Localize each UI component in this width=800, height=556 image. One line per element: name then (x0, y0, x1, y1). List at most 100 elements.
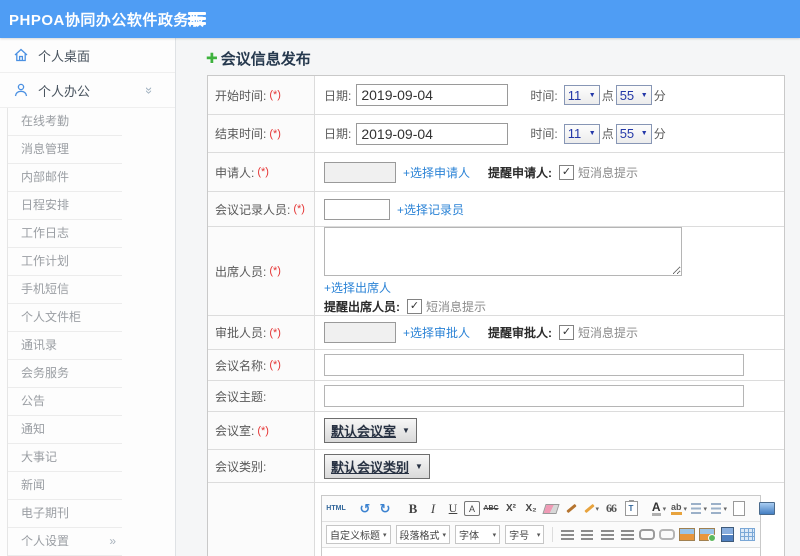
highlight-color-button[interactable]: ab ▾ (670, 500, 688, 518)
align-center-icon (581, 529, 593, 540)
align-left-icon (560, 529, 574, 540)
sidebar-item-e-journal[interactable]: 电子期刊 (8, 500, 122, 528)
sms-remind-checkbox[interactable]: ✓ (407, 299, 422, 314)
remove-link-button[interactable] (658, 526, 676, 544)
required-mark: (*) (269, 265, 281, 277)
sidebar-item-office[interactable]: 个人办公 » (0, 73, 175, 108)
align-center-button[interactable] (578, 526, 596, 544)
menu-icon[interactable] (188, 12, 206, 26)
font-color-button[interactable]: A ▾ (650, 500, 668, 518)
form-row-attendees: 出席人员: (*) +选择出席人 提醒出席人员: ✓ 短消息提示 (208, 227, 784, 316)
clear-format-button[interactable] (562, 500, 580, 518)
insert-table-button[interactable] (738, 526, 756, 544)
end-minute-select[interactable]: 55 ▼ (615, 123, 652, 144)
time-label: 时间: (530, 88, 558, 103)
chevron-down-icon[interactable]: » (142, 86, 157, 93)
undo-button[interactable]: ↺ (356, 500, 374, 518)
approver-input[interactable] (324, 322, 396, 343)
subscript-button[interactable]: X₂ (522, 500, 540, 518)
user-icon (14, 83, 28, 97)
meeting-topic-input[interactable] (324, 385, 744, 407)
paste-button[interactable]: T (622, 500, 640, 518)
choose-approver-link[interactable]: +选择审批人 (403, 324, 470, 341)
field-label: 会议类别: (215, 459, 267, 474)
start-hour-select[interactable]: 11 ▼ (563, 85, 600, 105)
required-mark: (*) (269, 127, 281, 140)
eraser-button[interactable] (542, 500, 560, 518)
sidebar-item-desktop[interactable]: 个人桌面 (0, 38, 175, 73)
attendees-textarea[interactable] (324, 227, 682, 276)
superscript-button[interactable]: X² (502, 500, 520, 518)
sidebar-item-personal-settings[interactable]: 个人设置 » (8, 528, 122, 556)
meeting-name-input[interactable] (324, 354, 744, 376)
font-size-select[interactable]: 字号 ▾ (505, 525, 545, 544)
sidebar-item-internal-mail[interactable]: 内部邮件 (8, 164, 122, 192)
unordered-list-button[interactable]: ▾ (710, 500, 728, 518)
html-source-button[interactable]: HTML (326, 499, 346, 519)
start-date-input[interactable] (356, 84, 509, 106)
ordered-list-button[interactable]: ▾ (690, 500, 708, 518)
sms-remind-label: 短消息提示 (578, 326, 639, 340)
sidebar-item-meeting-service[interactable]: 会务服务 (8, 360, 122, 388)
sidebar-item-schedule[interactable]: 日程安排 (8, 192, 122, 220)
remind-label: 提醒审批人: (488, 326, 553, 340)
heading-select[interactable]: 自定义标题 ▾ (326, 525, 391, 544)
choose-attendees-link[interactable]: +选择出席人 (324, 279, 391, 296)
insert-link-button[interactable] (638, 526, 656, 544)
field-label: 申请人: (215, 165, 255, 180)
paragraph-format-select[interactable]: 段落格式 ▾ (395, 525, 451, 544)
editor-content-area[interactable] (322, 548, 760, 556)
new-document-button[interactable] (730, 500, 748, 518)
font-style-button[interactable]: A (464, 501, 480, 516)
recorder-input[interactable] (324, 198, 390, 220)
sms-remind-checkbox[interactable]: ✓ (559, 325, 575, 340)
form-row-content: HTML ↺ ↻ B I U A ABC X² X₂ ▾ 66 T A ▾ ab… (208, 483, 784, 556)
insert-image-button[interactable] (678, 526, 696, 544)
fullscreen-button[interactable] (758, 500, 776, 518)
start-minute-select[interactable]: 55 ▼ (615, 85, 652, 105)
sidebar-item-file-cabinet[interactable]: 个人文件柜 (8, 304, 122, 332)
sidebar-item-announcement[interactable]: 公告 (8, 388, 122, 416)
meeting-room-select[interactable]: 默认会议室 ▼ (324, 418, 417, 443)
date-label: 日期: (324, 88, 352, 103)
sidebar-item-contacts[interactable]: 通讯录 (8, 332, 122, 360)
field-label: 开始时间: (215, 88, 267, 103)
sidebar-item-attendance[interactable]: 在线考勤 (8, 108, 122, 136)
strikethrough-button[interactable]: ABC (482, 500, 500, 518)
choose-recorder-link[interactable]: +选择记录员 (397, 201, 464, 218)
sidebar-item-notice[interactable]: 通知 (8, 416, 122, 444)
required-mark: (*) (269, 326, 281, 339)
end-hour-select[interactable]: 11 ▼ (563, 123, 600, 144)
sidebar-item-events[interactable]: 大事记 (8, 444, 122, 472)
align-justify-icon (620, 529, 634, 540)
sms-remind-checkbox[interactable]: ✓ (559, 164, 575, 180)
underline-button[interactable]: U (444, 500, 462, 518)
choose-applicant-link[interactable]: +选择申请人 (403, 164, 470, 181)
upload-image-button[interactable] (698, 526, 716, 544)
align-right-button[interactable] (598, 526, 616, 544)
sidebar-item-sms[interactable]: 手机短信 (8, 276, 122, 304)
meeting-category-select[interactable]: 默认会议类别 ▼ (324, 453, 430, 479)
font-family-select[interactable]: 字体 ▾ (455, 525, 501, 544)
blockquote-button[interactable]: 66 (602, 500, 620, 518)
form-row-end-time: 结束时间: (*) 日期: 时间: 11 ▼ 点 55 ▼ (208, 115, 784, 153)
applicant-input[interactable] (324, 161, 396, 183)
sidebar-item-messages[interactable]: 消息管理 (8, 136, 122, 164)
align-left-button[interactable] (558, 526, 576, 544)
italic-button[interactable]: I (424, 500, 442, 518)
add-icon: ✚ (206, 50, 218, 66)
required-mark: (*) (269, 359, 281, 371)
end-date-input[interactable] (356, 122, 509, 145)
media-icon (720, 527, 734, 542)
format-painter-button[interactable]: ▾ (582, 500, 600, 518)
sidebar-item-work-plan[interactable]: 工作计划 (8, 248, 122, 276)
align-justify-button[interactable] (618, 526, 636, 544)
sidebar-item-work-log[interactable]: 工作日志 (8, 220, 122, 248)
insert-media-button[interactable] (718, 526, 736, 544)
phpoa-app: PHPOA协同办公软件政务版 个人桌面 个人办公 » 在线考勤 消息管理 内部邮… (0, 0, 800, 556)
form-row-approver: 审批人员: (*) +选择审批人 提醒审批人: ✓ 短消息提示 (208, 316, 784, 350)
sidebar-item-news[interactable]: 新闻 (8, 472, 122, 500)
table-icon (739, 528, 755, 541)
redo-button[interactable]: ↻ (376, 500, 394, 518)
bold-button[interactable]: B (404, 500, 422, 518)
